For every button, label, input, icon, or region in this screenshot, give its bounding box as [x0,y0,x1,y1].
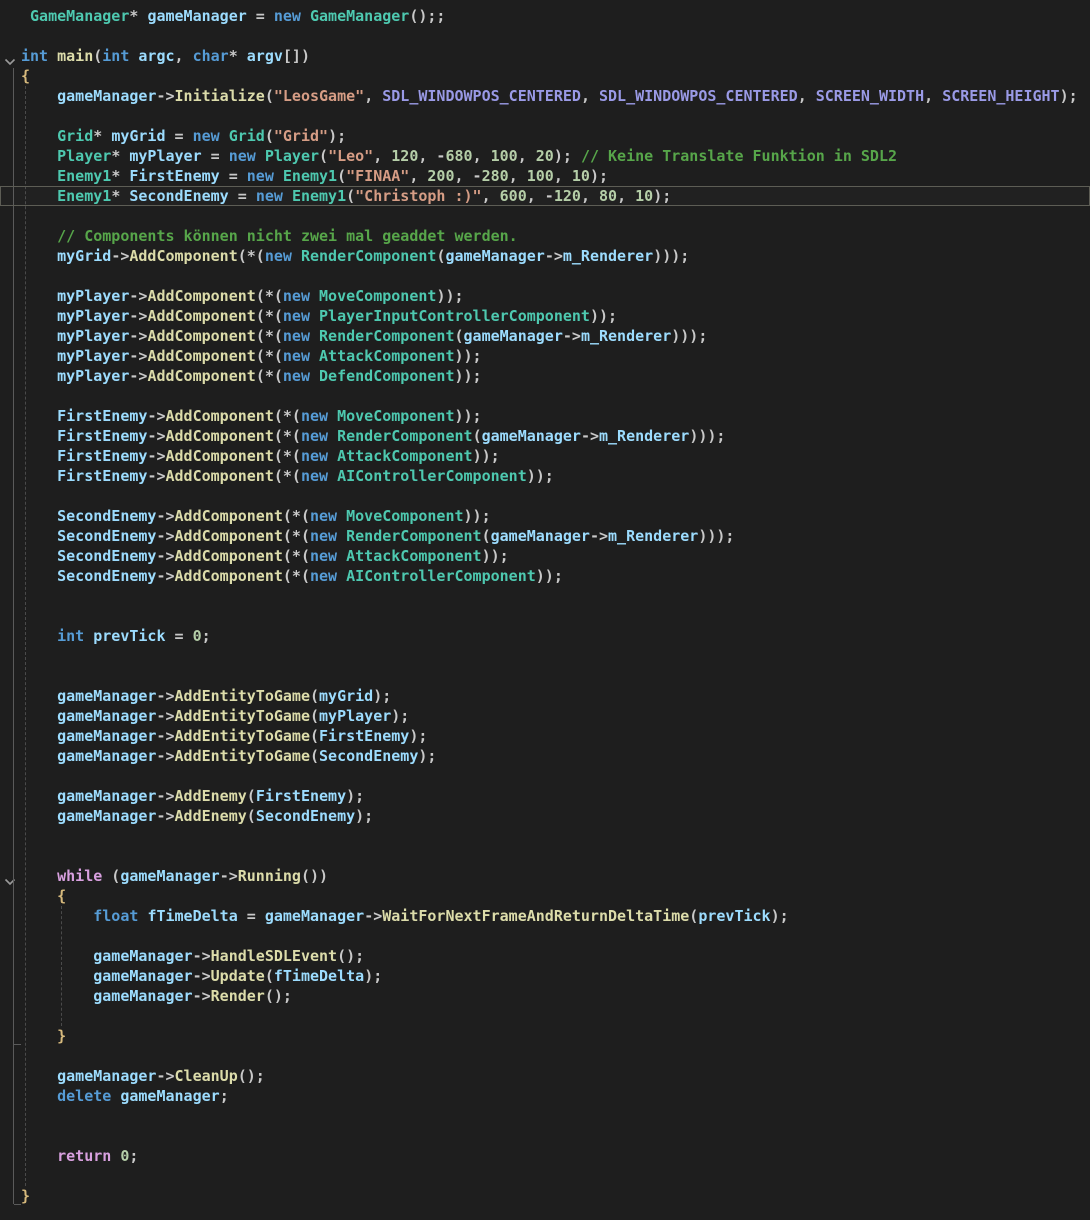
code-line[interactable]: myPlayer->AddComponent(*(new MoveCompone… [0,286,1090,306]
code-line[interactable] [0,1046,1090,1066]
code-line[interactable]: myPlayer->AddComponent(*(new PlayerInput… [0,306,1090,326]
code-line[interactable]: FirstEnemy->AddComponent(*(new AttackCom… [0,446,1090,466]
code-line[interactable]: FirstEnemy->AddComponent(*(new MoveCompo… [0,406,1090,426]
code-line[interactable]: myGrid->AddComponent(*(new RenderCompone… [0,246,1090,266]
code-editor: GameManager* gameManager = new GameManag… [0,0,1090,1220]
code-line[interactable]: Enemy1* FirstEnemy = new Enemy1("FINAA",… [0,166,1090,186]
code-line[interactable] [0,666,1090,686]
code-line[interactable]: gameManager->AddEntityToGame(myGrid); [0,686,1090,706]
code-line[interactable]: gameManager->CleanUp(); [0,1066,1090,1086]
code-line[interactable] [0,266,1090,286]
code-line[interactable]: { [0,66,1090,86]
code-line[interactable]: gameManager->AddEntityToGame(SecondEnemy… [0,746,1090,766]
code-line[interactable] [0,606,1090,626]
code-line[interactable]: SecondEnemy->AddComponent(*(new MoveComp… [0,506,1090,526]
code-line[interactable] [0,826,1090,846]
code-line[interactable]: return 0; [0,1146,1090,1166]
code-line[interactable]: } [0,1026,1090,1046]
code-line[interactable]: myPlayer->AddComponent(*(new AttackCompo… [0,346,1090,366]
code-line[interactable] [0,206,1090,226]
code-line[interactable]: gameManager->Render(); [0,986,1090,1006]
code-line[interactable]: FirstEnemy->AddComponent(*(new AIControl… [0,466,1090,486]
code-line[interactable]: { [0,886,1090,906]
code-area: GameManager* gameManager = new GameManag… [0,6,1090,1220]
code-line[interactable]: gameManager->AddEntityToGame(FirstEnemy)… [0,726,1090,746]
code-line[interactable] [0,926,1090,946]
code-line[interactable]: gameManager->AddEntityToGame(myPlayer); [0,706,1090,726]
code-line[interactable] [0,486,1090,506]
code-line[interactable]: // Components können nicht zwei mal gead… [0,226,1090,246]
code-line[interactable]: Grid* myGrid = new Grid("Grid"); [0,126,1090,146]
code-line[interactable]: myPlayer->AddComponent(*(new DefendCompo… [0,366,1090,386]
code-line[interactable]: GameManager* gameManager = new GameManag… [0,6,1090,26]
code-line[interactable]: SecondEnemy->AddComponent(*(new AIContro… [0,566,1090,586]
code-line[interactable]: float fTimeDelta = gameManager->WaitForN… [0,906,1090,926]
code-line[interactable] [0,1006,1090,1026]
code-line[interactable] [0,1206,1090,1220]
code-line[interactable] [0,846,1090,866]
code-line[interactable] [0,106,1090,126]
code-line[interactable]: gameManager->AddEnemy(FirstEnemy); [0,786,1090,806]
code-line[interactable]: gameManager->Update(fTimeDelta); [0,966,1090,986]
code-line[interactable] [0,646,1090,666]
code-line[interactable] [0,386,1090,406]
code-line[interactable]: SecondEnemy->AddComponent(*(new AttackCo… [0,546,1090,566]
code-line[interactable]: SecondEnemy->AddComponent(*(new RenderCo… [0,526,1090,546]
code-line[interactable] [0,26,1090,46]
code-line[interactable] [0,766,1090,786]
code-line[interactable]: int main(int argc, char* argv[]) [0,46,1090,66]
code-line[interactable] [0,586,1090,606]
code-line[interactable]: gameManager->AddEnemy(SecondEnemy); [0,806,1090,826]
code-line[interactable]: myPlayer->AddComponent(*(new RenderCompo… [0,326,1090,346]
code-line[interactable] [0,1126,1090,1146]
code-line[interactable]: delete gameManager; [0,1086,1090,1106]
code-line[interactable] [0,1166,1090,1186]
code-line[interactable]: gameManager->HandleSDLEvent(); [0,946,1090,966]
code-line[interactable] [0,1106,1090,1126]
code-line[interactable]: Player* myPlayer = new Player("Leo", 120… [0,146,1090,166]
code-line[interactable]: while (gameManager->Running()) [0,866,1090,886]
code-line-current[interactable]: Enemy1* SecondEnemy = new Enemy1("Christ… [0,186,1090,206]
code-line[interactable]: gameManager->Initialize("LeosGame", SDL_… [0,86,1090,106]
code-line[interactable]: FirstEnemy->AddComponent(*(new RenderCom… [0,426,1090,446]
code-line[interactable]: } [0,1186,1090,1206]
code-line[interactable]: int prevTick = 0; [0,626,1090,646]
